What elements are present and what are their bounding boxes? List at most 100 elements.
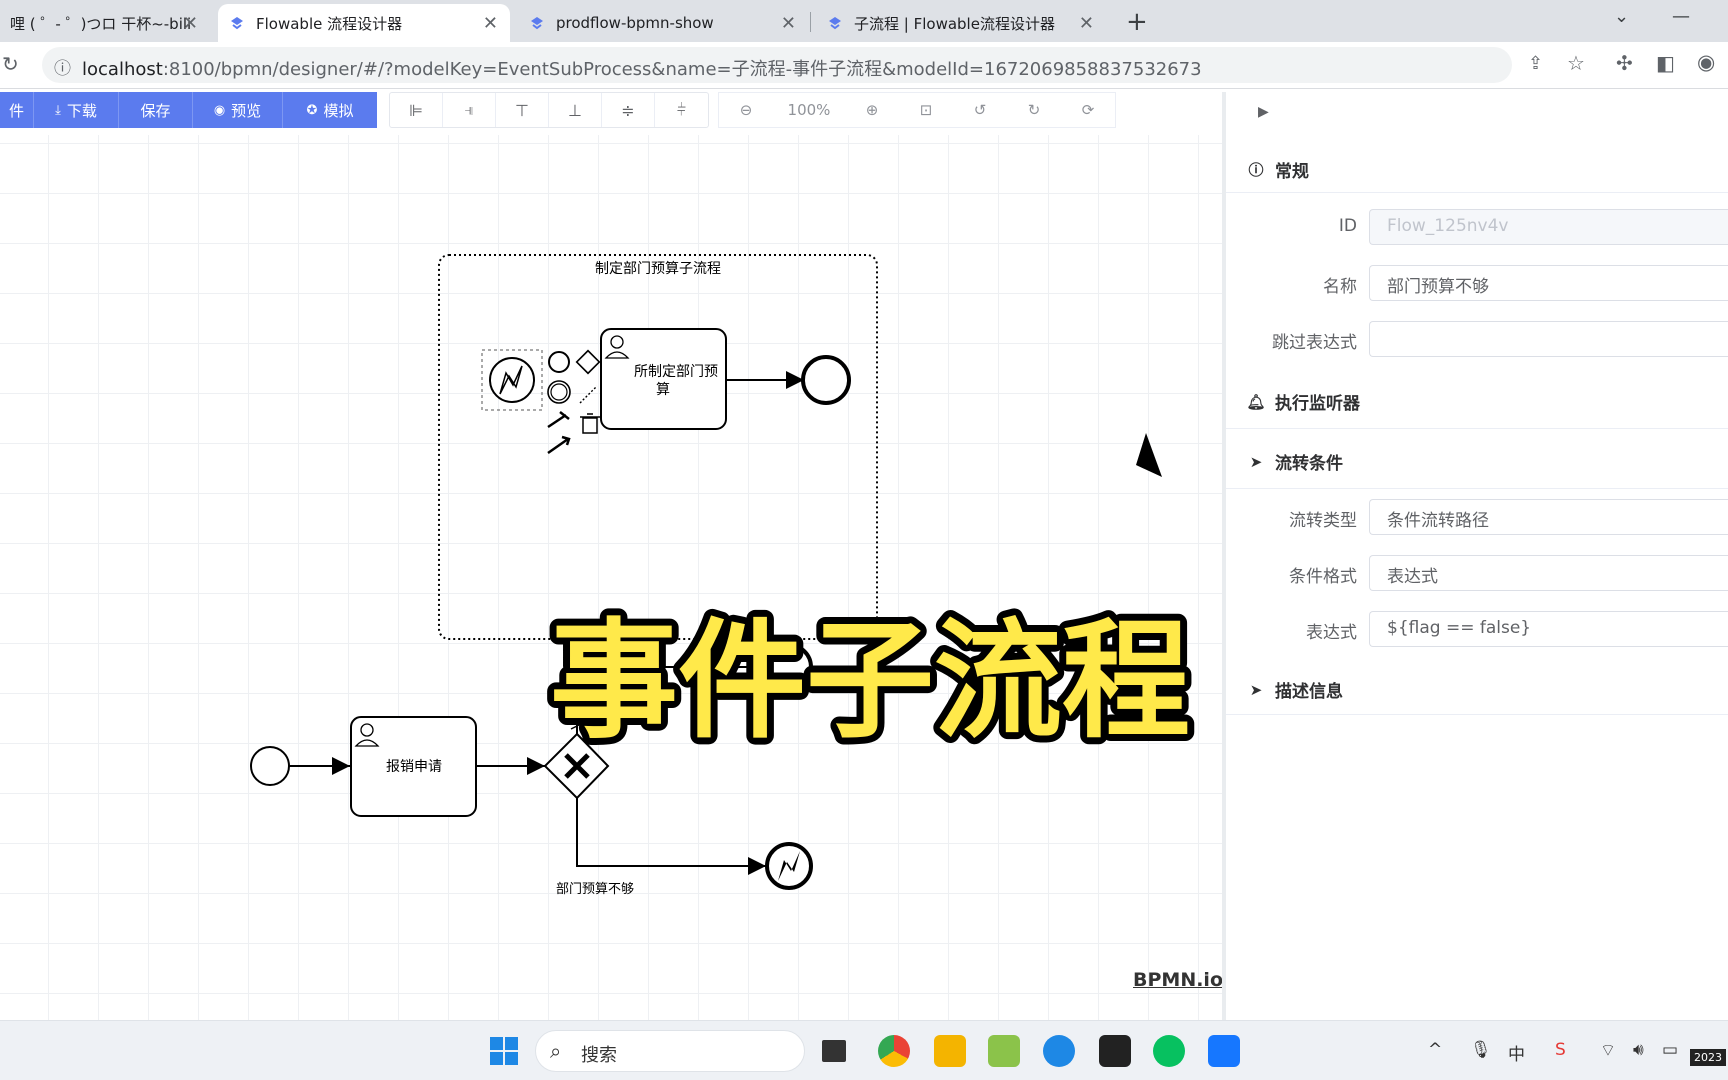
zoom-out-icon[interactable]: ⊖ [719, 93, 773, 127]
align-bottom-icon[interactable]: ⊥ [549, 93, 602, 127]
align-top-icon[interactable]: ⊤ [496, 93, 549, 127]
reset-icon[interactable]: ⟳ [1061, 93, 1115, 127]
user-task-expense-claim[interactable]: 报销申请 [350, 716, 477, 817]
address-bar: ↻ ⓘ localhost:8100/bpmn/designer/#/?mode… [0, 42, 1728, 89]
simulate-button[interactable]: ✪ 模拟 [283, 92, 377, 128]
bell-icon: 🔔︎ [1246, 392, 1266, 411]
download-icon: ⤓ [55, 102, 61, 118]
section-flow-condition[interactable]: ➤ 流转条件 [1246, 449, 1343, 475]
star-icon[interactable]: ☆ [1567, 51, 1585, 75]
new-tab-button[interactable]: + [1126, 7, 1148, 37]
connect-icon[interactable] [579, 385, 598, 404]
section-divider [1226, 488, 1728, 489]
error-end-event[interactable] [765, 842, 813, 890]
k-app-icon[interactable] [1043, 1035, 1075, 1067]
sogou-icon[interactable]: S [1555, 1040, 1566, 1060]
tab-flowable-designer[interactable]: Flowable 流程设计器 ✕ [218, 4, 510, 42]
omnibox[interactable]: ⓘ localhost:8100/bpmn/designer/#/?modelK… [42, 47, 1543, 83]
append-end-event-icon[interactable] [548, 351, 570, 373]
close-icon[interactable]: ✕ [781, 13, 796, 34]
site-info-icon[interactable]: ⓘ [54, 54, 71, 79]
user-task-department-budget[interactable]: 所制定部门预 算 [600, 328, 727, 430]
wifi-icon[interactable]: ⌔ [1600, 1040, 1616, 1061]
bpmn-canvas[interactable]: 制定部门预算子流程 所制定部门预 算 报销申请 部门预算不够 事件子流程 BPM… [0, 135, 1223, 1020]
fit-viewport-icon[interactable]: ⊡ [899, 93, 953, 127]
clock[interactable]: 2023 [1690, 1049, 1726, 1066]
event-subprocess[interactable]: 制定部门预算子流程 [438, 254, 878, 640]
tab-prodflow-bpmn-show[interactable]: prodflow-bpmn-show ✕ [518, 4, 808, 42]
preview-button[interactable]: ◉ 预览 [193, 92, 283, 128]
url-text[interactable]: localhost:8100/bpmn/designer/#/?modelKey… [82, 55, 1202, 81]
send-icon: ➤ [1249, 452, 1263, 471]
redo-icon[interactable]: ↻ [1007, 93, 1061, 127]
section-execution-listener[interactable]: 🔔︎ 执行监听器 [1246, 389, 1360, 415]
ime-indicator[interactable]: 中 [1508, 1040, 1525, 1065]
sequence-flow-budget-insufficient[interactable] [576, 798, 766, 875]
os-taskbar: ⌕ 搜索 ^ 🎙︎ 中 S ⌔ 🔊︎ ▭ 2023 [0, 1020, 1728, 1080]
name-field[interactable]: 部门预算不够 [1369, 265, 1728, 301]
chrome-icon[interactable] [878, 1035, 910, 1067]
section-title: 流转条件 [1275, 454, 1343, 474]
side-panel-icon[interactable]: ◧ [1656, 51, 1675, 75]
flowable-logo-icon [531, 17, 543, 30]
wechat-icon[interactable] [1153, 1035, 1185, 1067]
close-icon[interactable]: ✕ [183, 13, 198, 34]
tab-search-icon[interactable]: ⌄ [1614, 6, 1629, 27]
skip-expression-label: 跳过表达式 [1272, 333, 1357, 353]
start-event[interactable] [250, 746, 290, 786]
section-divider [1226, 192, 1728, 193]
open-file-button[interactable]: 件 [0, 92, 34, 128]
zoom-in-icon[interactable]: ⊕ [845, 93, 899, 127]
align-left-icon[interactable]: ⊫ [390, 93, 443, 127]
undo-icon[interactable]: ↺ [953, 93, 1007, 127]
intellij-icon[interactable] [1099, 1035, 1131, 1067]
condition-format-select[interactable]: 表达式 [1369, 555, 1728, 591]
taskbar-search[interactable]: ⌕ 搜索 [535, 1030, 805, 1072]
connect-arrow-icon[interactable] [547, 435, 571, 455]
photos-icon[interactable] [1208, 1035, 1240, 1067]
button-label: 预览 [231, 101, 262, 120]
align-right-icon[interactable]: ⫣ [443, 93, 496, 127]
delete-icon[interactable] [580, 413, 600, 434]
download-button[interactable]: ⤓ 下载 [34, 92, 119, 128]
skip-expression-field[interactable] [1369, 321, 1728, 357]
reload-icon[interactable]: ↻ [2, 52, 19, 76]
align-middle-icon[interactable]: ⫩ [655, 93, 708, 127]
tab-separator [810, 12, 811, 32]
expression-field[interactable]: ${flag == false} [1369, 611, 1728, 647]
tab-subprocess[interactable]: 子流程 | Flowable流程设计器 ✕ [816, 4, 1106, 42]
volume-icon[interactable]: 🔊︎ [1633, 1040, 1644, 1060]
flow-type-select[interactable]: 条件流转路径 [1369, 499, 1728, 535]
align-center-icon[interactable]: ≑ [602, 93, 655, 127]
skip-expression-row: 跳过表达式 [1226, 321, 1728, 357]
subprocess-end-event[interactable] [801, 355, 851, 405]
minimize-icon[interactable]: — [1672, 6, 1690, 27]
app-icon[interactable] [988, 1035, 1020, 1067]
save-button[interactable]: 保存 [119, 92, 193, 128]
battery-icon[interactable]: ▭ [1662, 1040, 1678, 1060]
overlay-title: 事件子流程 [543, 433, 1197, 763]
chevron-up-icon[interactable]: ^ [1428, 1040, 1442, 1060]
error-start-event[interactable] [481, 349, 543, 411]
section-description[interactable]: ➤ 描述信息 [1246, 677, 1343, 703]
windows-start-icon[interactable] [488, 1035, 520, 1067]
share-icon[interactable]: ⇪ [1528, 53, 1543, 74]
caret-right-icon[interactable]: ▶ [1258, 104, 1269, 120]
info-icon: ⓘ [1248, 161, 1264, 179]
append-gateway-icon[interactable] [575, 349, 601, 375]
tab-bilibili[interactable]: 哩 ( ゜- ゜)つロ 干杯~-bili ✕ [0, 4, 210, 42]
close-icon[interactable]: ✕ [1079, 13, 1094, 34]
section-title: 描述信息 [1275, 682, 1343, 702]
id-field[interactable]: Flow_125nv4v [1369, 209, 1728, 245]
bpmn-io-logo[interactable]: BPMN.io [1133, 969, 1223, 991]
extensions-icon[interactable]: ✣ [1616, 51, 1633, 75]
profile-icon[interactable]: ◉ [1697, 50, 1715, 74]
file-explorer-icon[interactable] [934, 1035, 966, 1067]
section-general[interactable]: ⓘ 常规 [1246, 157, 1309, 182]
task-view-icon[interactable] [822, 1040, 846, 1062]
microphone-icon[interactable]: 🎙︎ [1470, 1040, 1492, 1060]
section-divider [1226, 428, 1728, 429]
wrench-icon[interactable] [547, 411, 570, 429]
properties-panel: ▶ ⓘ 常规 ID Flow_125nv4v 名称 部门预算不够 跳过表达式 🔔︎… [1226, 92, 1728, 1020]
close-icon[interactable]: ✕ [483, 13, 498, 34]
